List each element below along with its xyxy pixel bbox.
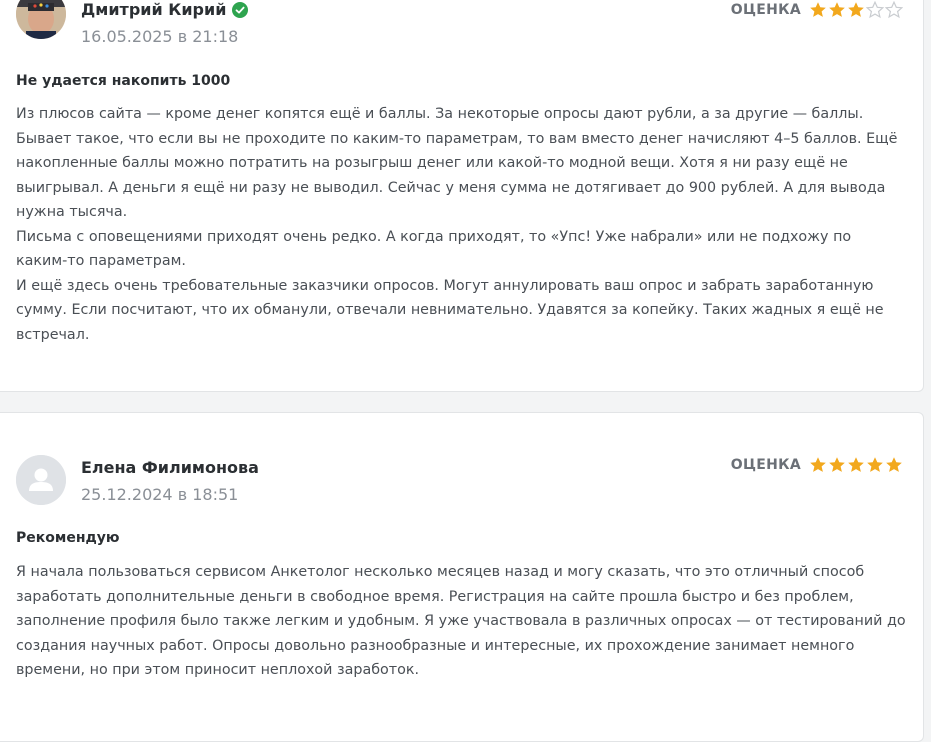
review-rating: ОЦЕНКА (731, 1, 903, 19)
review-author[interactable]: Елена Филимонова (81, 458, 259, 477)
star-filled-icon (829, 2, 845, 17)
review-paragraph: И ещё здесь очень требовательные заказчи… (16, 277, 884, 343)
star-filled-icon (848, 2, 864, 17)
star-empty-icon (885, 1, 903, 19)
review-card: Дмитрий Кирий 16.05.2025 в 21:18 ОЦЕНКА … (0, 0, 924, 392)
review-title: Рекомендую (16, 530, 120, 546)
rating-stars (809, 1, 903, 19)
star-filled-icon (829, 457, 845, 472)
review-rating: ОЦЕНКА (731, 456, 903, 474)
rating-stars (809, 456, 903, 474)
avatar[interactable] (16, 455, 66, 505)
star-filled-icon (886, 457, 902, 472)
review-paragraph: Письма с оповещениями приходят очень ред… (16, 228, 852, 270)
review-paragraph: Из плюсов сайта — кроме денег копятся ещ… (16, 106, 898, 220)
user-placeholder-icon (16, 455, 66, 505)
rating-label: ОЦЕНКА (730, 457, 801, 473)
review-body: Я начала пользоваться сервисом Анкетолог… (16, 560, 906, 683)
review-paragraph: Я начала пользоваться сервисом Анкетолог… (16, 564, 906, 678)
rating-label: ОЦЕНКА (730, 2, 801, 18)
star-filled-icon (848, 457, 864, 472)
author-name[interactable]: Дмитрий Кирий (81, 0, 226, 19)
star-filled-icon (810, 2, 826, 17)
review-card: Елена Филимонова 25.12.2024 в 18:51 ОЦЕН… (0, 412, 924, 742)
review-date: 25.12.2024 в 18:51 (81, 485, 239, 504)
verified-icon (232, 1, 249, 18)
review-author[interactable]: Дмитрий Кирий (81, 0, 249, 19)
star-filled-icon (867, 457, 883, 472)
star-empty-icon (866, 1, 884, 19)
star-filled-icon (810, 457, 826, 472)
review-title: Не удается накопить 1000 (16, 73, 231, 89)
avatar[interactable] (16, 0, 66, 39)
author-name[interactable]: Елена Филимонова (81, 458, 259, 477)
review-date: 16.05.2025 в 21:18 (81, 27, 239, 46)
review-body: Из плюсов сайта — кроме денег копятся ещ… (16, 102, 906, 347)
